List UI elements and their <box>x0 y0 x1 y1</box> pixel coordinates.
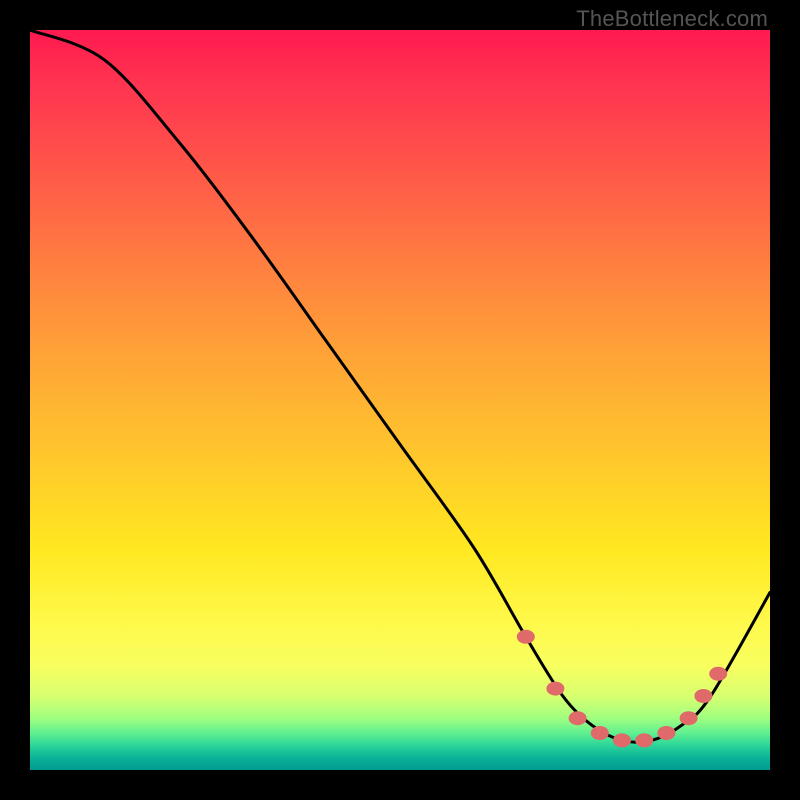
highlight-dot <box>517 630 535 644</box>
chart-overlay <box>30 30 770 770</box>
highlight-dot <box>635 733 653 747</box>
watermark-text: TheBottleneck.com <box>576 6 768 32</box>
highlight-dot <box>657 726 675 740</box>
highlight-dot <box>694 689 712 703</box>
highlight-dot <box>613 733 631 747</box>
bottleneck-curve-line <box>30 30 770 742</box>
highlight-dot <box>569 711 587 725</box>
highlight-dot <box>680 711 698 725</box>
highlight-dot-group <box>517 630 727 748</box>
highlight-dot <box>591 726 609 740</box>
highlight-dot <box>546 682 564 696</box>
highlight-dot <box>709 667 727 681</box>
